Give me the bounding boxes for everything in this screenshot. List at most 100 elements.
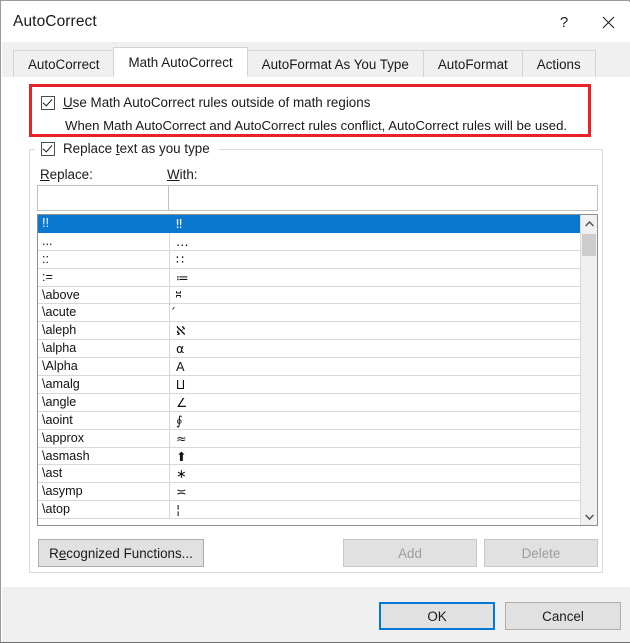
row-with-cell: ∷ — [176, 251, 185, 267]
replace-input[interactable] — [37, 185, 169, 211]
math-autocorrect-panel: Use Math AutoCorrect rules outside of ma… — [2, 77, 630, 587]
math-rules-hint: When Math AutoCorrect and AutoCorrect ru… — [65, 118, 568, 133]
row-with-cell: ∗ — [176, 466, 187, 482]
close-icon — [602, 16, 614, 28]
row-with-cell: α — [176, 341, 185, 357]
row-replace-cell: \aoint — [38, 411, 170, 429]
row-replace-cell: \atop — [38, 501, 170, 519]
add-button[interactable]: Add — [343, 539, 477, 567]
row-replace-cell: \amalg — [38, 375, 170, 393]
tab-strip: AutoCorrect Math AutoCorrect AutoFormat … — [2, 42, 630, 77]
row-replace-cell: \asmash — [38, 447, 170, 465]
tab-list: AutoCorrect Math AutoCorrect AutoFormat … — [13, 47, 596, 77]
tab-autoformat[interactable]: AutoFormat — [422, 50, 523, 77]
use-math-rules-label-rest: se Math AutoCorrect rules outside of mat… — [72, 95, 371, 110]
row-with-cell: ⨿ — [176, 376, 186, 392]
recognized-functions-button[interactable]: Re cognized Functions... — [38, 539, 204, 567]
row-with-cell: ≍ — [176, 484, 187, 500]
listbox-rows-container: !! ‼... …::∷:= ≔\above ⎶\acuté\aleph ℵ\alpha… — [38, 215, 580, 525]
table-row[interactable]: \above ⎶ — [38, 286, 580, 305]
tab-autoformat-as-you-type[interactable]: AutoFormat As You Type — [246, 50, 424, 77]
row-replace-cell: \angle — [38, 393, 170, 411]
use-math-rules-checkbox[interactable] — [41, 95, 55, 110]
with-field-accel: W — [167, 167, 180, 182]
row-replace-cell: \acute — [38, 304, 170, 322]
row-replace-cell: !! — [38, 215, 170, 232]
tab-autocorrect[interactable]: AutoCorrect — [13, 50, 115, 77]
row-with-cell: ℵ — [176, 323, 186, 339]
row-replace-cell: \aleph — [38, 322, 170, 340]
scrollbar-thumb[interactable] — [582, 234, 596, 256]
recognized-functions-part-b: cognized Functions... — [66, 545, 193, 561]
table-row[interactable]: !! ‼ — [38, 215, 580, 233]
chevron-down-icon — [584, 513, 594, 520]
replace-as-you-type-label: Replace text as you type — [63, 141, 210, 156]
chevron-up-icon — [584, 220, 594, 227]
replace-field-label: Replace: — [40, 167, 93, 182]
row-with-cell: ≈ — [176, 430, 187, 446]
table-row[interactable]: \amalg ⨿ — [38, 375, 580, 394]
replace-label-part-a: Replace — [63, 141, 116, 156]
question-mark-icon: ? — [559, 13, 569, 31]
table-row[interactable]: \acuté — [38, 304, 580, 323]
table-row[interactable]: \aoint ∮ — [38, 411, 580, 430]
with-field-label: With: — [167, 167, 198, 182]
row-replace-cell: \Alpha — [38, 358, 170, 376]
row-with-cell: ⎶ — [176, 287, 182, 303]
replace-as-you-type-checkbox-row[interactable]: Replace text as you type — [41, 141, 210, 156]
replace-field-accel: R — [40, 167, 50, 182]
ok-button[interactable]: OK — [379, 602, 495, 630]
use-math-rules-accel: U — [63, 95, 73, 110]
with-field-label-rest: ith: — [179, 167, 198, 182]
row-replace-cell: \ast — [38, 465, 170, 483]
recognized-functions-part-a: R — [49, 545, 59, 561]
row-replace-cell: :: — [38, 250, 170, 268]
table-row[interactable]: \Alpha Α — [38, 358, 580, 377]
table-row[interactable]: \approx ≈ — [38, 429, 580, 448]
table-row[interactable]: \angle ∠ — [38, 393, 580, 412]
table-row[interactable]: \atop ¦ — [38, 501, 580, 520]
replace-as-you-type-checkbox[interactable] — [41, 141, 55, 156]
autocorrect-dialog: AutoCorrect ? AutoCorrect Math AutoCorre… — [0, 0, 630, 643]
use-math-rules-label: Use Math AutoCorrect rules outside of ma… — [63, 95, 370, 110]
table-row[interactable]: ... … — [38, 232, 580, 251]
use-math-rules-checkbox-row[interactable]: Use Math AutoCorrect rules outside of ma… — [41, 95, 370, 110]
row-with-cell: ∮ — [176, 412, 183, 428]
recognized-functions-accel: e — [58, 545, 67, 561]
table-row[interactable]: \ast ∗ — [38, 465, 580, 484]
row-with-cell: ∠ — [176, 394, 188, 410]
tab-actions[interactable]: Actions — [521, 50, 596, 77]
row-with-cell: ́ — [170, 304, 580, 321]
title-bar: AutoCorrect ? — [2, 2, 630, 42]
tab-math-autocorrect[interactable]: Math AutoCorrect — [113, 47, 248, 77]
title-bar-buttons: ? — [542, 2, 630, 42]
row-with-cell: ≔ — [176, 269, 189, 285]
help-button[interactable]: ? — [542, 2, 586, 42]
cancel-button[interactable]: Cancel — [505, 602, 621, 630]
autocorrect-entries-listbox[interactable]: !! ‼... …::∷:= ≔\above ⎶\acuté\aleph ℵ\alpha… — [37, 214, 598, 526]
dialog-footer: OK Cancel — [2, 587, 630, 643]
row-replace-cell: ... — [38, 232, 170, 250]
table-row[interactable]: \alpha α — [38, 340, 580, 359]
table-row[interactable]: := ≔ — [38, 268, 580, 287]
window-title: AutoCorrect — [13, 13, 97, 30]
row-with-cell: ⬆ — [176, 448, 187, 464]
delete-button[interactable]: Delete — [484, 539, 598, 567]
row-with-cell: Α — [176, 359, 185, 375]
replace-field-label-rest: eplace: — [49, 167, 93, 182]
table-row[interactable]: :: ∷ — [38, 250, 580, 269]
close-button[interactable] — [586, 2, 630, 42]
table-row[interactable]: \asymp ≍ — [38, 483, 580, 502]
row-replace-cell: \asymp — [38, 483, 170, 501]
table-row[interactable]: \asmash ⬆ — [38, 447, 580, 466]
with-input[interactable] — [168, 185, 598, 211]
row-replace-cell: \alpha — [38, 340, 170, 358]
row-replace-cell: \approx — [38, 429, 170, 447]
scroll-up-button[interactable] — [581, 215, 597, 232]
row-with-cell: … — [176, 233, 189, 249]
row-with-cell: ¦ — [176, 502, 181, 518]
listbox-vertical-scrollbar[interactable] — [580, 215, 597, 525]
table-row[interactable]: \aleph ℵ — [38, 322, 580, 341]
replace-label-part-b: ext as you type — [119, 141, 210, 156]
scroll-down-button[interactable] — [581, 508, 597, 525]
